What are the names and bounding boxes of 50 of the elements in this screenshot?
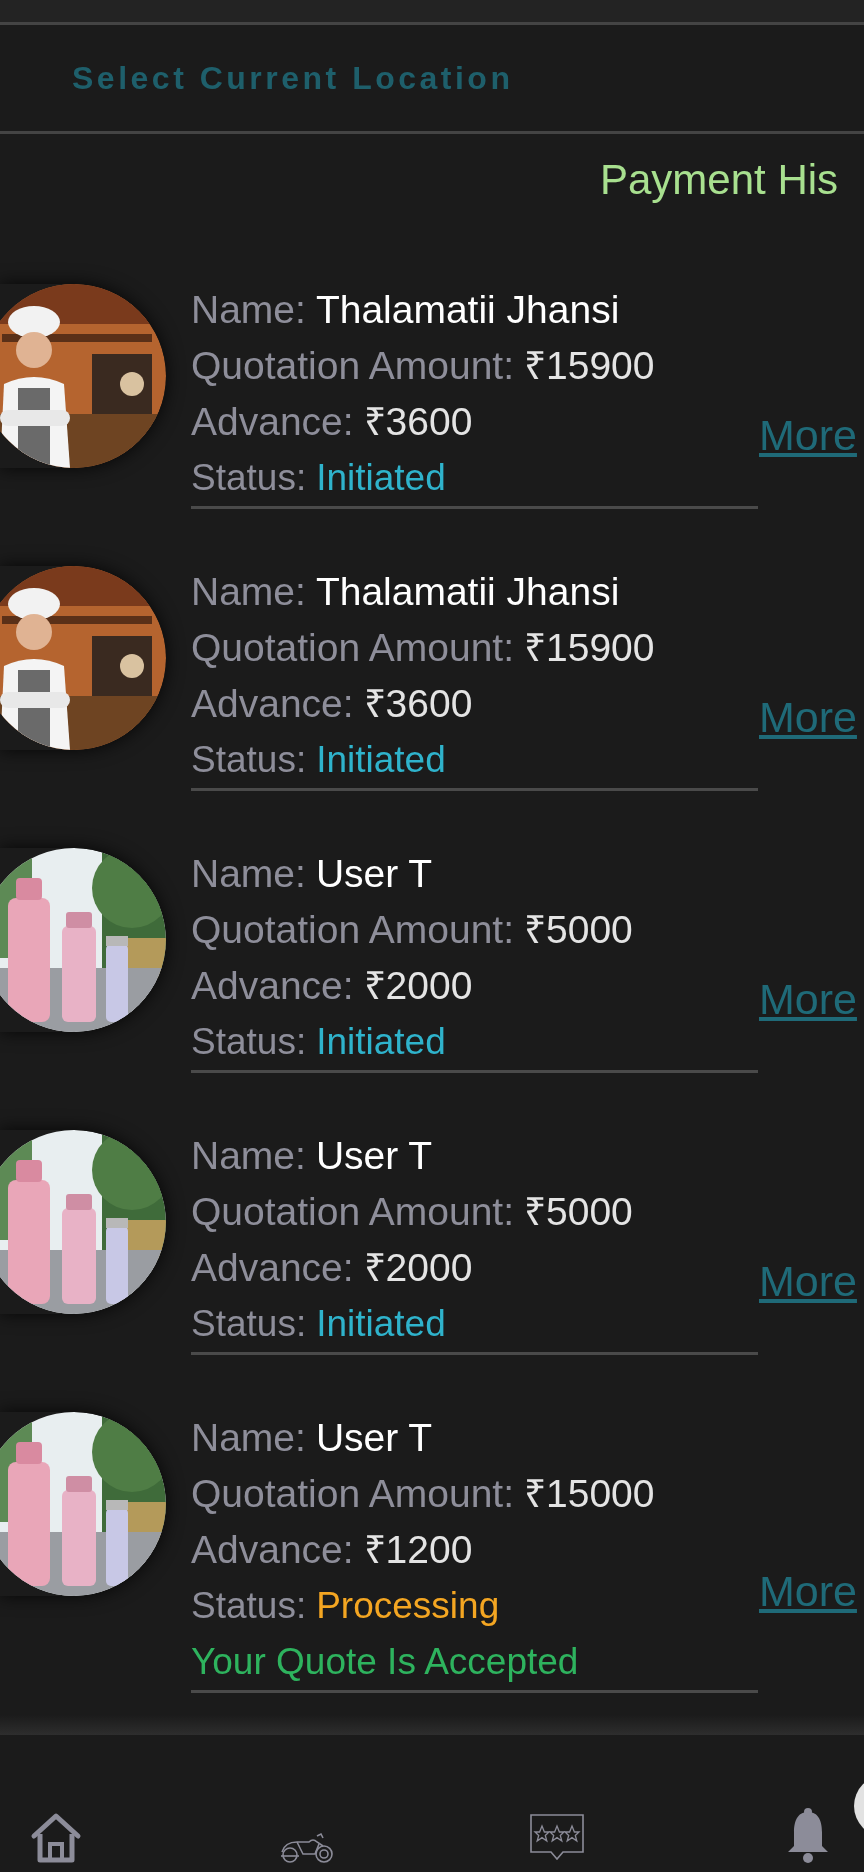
field-value: ₹2000 [363, 963, 473, 1009]
status-value: Initiated [316, 1020, 446, 1064]
field-label: Advance: [191, 963, 354, 1009]
motorcycle-icon[interactable] [278, 1830, 335, 1864]
field-label: Quotation Amount: [191, 1471, 515, 1517]
field-value: ₹15900 [524, 625, 655, 671]
field-label: Status: [191, 456, 307, 500]
status-value: Processing [316, 1584, 500, 1628]
field-value: ₹2000 [363, 1245, 473, 1291]
quote-note: Your Quote Is Accepted [191, 1640, 580, 1684]
field-label: Name: [191, 1415, 306, 1461]
field-value: ₹3600 [363, 399, 473, 445]
field-label: Quotation Amount: [191, 907, 515, 953]
status-value: Initiated [316, 1302, 446, 1346]
field-label: Advance: [191, 1245, 354, 1291]
field-label: Name: [191, 287, 306, 333]
field-value: User T [315, 1133, 433, 1179]
field-label: Status: [191, 738, 307, 782]
field-label: Quotation Amount: [191, 343, 515, 389]
field-value: ₹1200 [363, 1527, 473, 1573]
field-label: Name: [191, 851, 306, 897]
field-value: ₹5000 [524, 907, 633, 953]
field-value: User T [315, 851, 433, 897]
field-label: Status: [191, 1302, 307, 1346]
field-value: Thalamatii Jhansi [315, 569, 620, 615]
field-value: Thalamatii Jhansi [315, 287, 620, 333]
field-label: Name: [191, 1133, 306, 1179]
field-value: ₹5000 [524, 1189, 633, 1235]
field-value: ₹3600 [363, 681, 473, 727]
field-label: Status: [191, 1020, 307, 1064]
status-value: Initiated [316, 456, 446, 500]
field-value: User T [315, 1415, 433, 1461]
more-link[interactable]: More [759, 1249, 857, 1314]
more-link[interactable]: More [759, 685, 857, 750]
field-label: Advance: [191, 681, 354, 727]
field-label: Quotation Amount: [191, 1189, 515, 1235]
home-icon[interactable] [30, 1812, 82, 1864]
field-value: ₹15900 [524, 343, 655, 389]
more-link[interactable]: More [759, 967, 857, 1032]
field-label: Status: [191, 1584, 307, 1628]
more-link[interactable]: More [759, 1559, 857, 1624]
more-link[interactable]: More [759, 403, 857, 468]
field-value: ₹15000 [524, 1471, 655, 1517]
field-label: Name: [191, 569, 306, 615]
location-label[interactable]: Select Current Location [72, 54, 514, 102]
status-value: Initiated [316, 738, 446, 782]
page-title: Payment His [600, 155, 839, 205]
field-label: Advance: [191, 399, 354, 445]
field-label: Advance: [191, 1527, 354, 1573]
field-label: Quotation Amount: [191, 625, 515, 671]
